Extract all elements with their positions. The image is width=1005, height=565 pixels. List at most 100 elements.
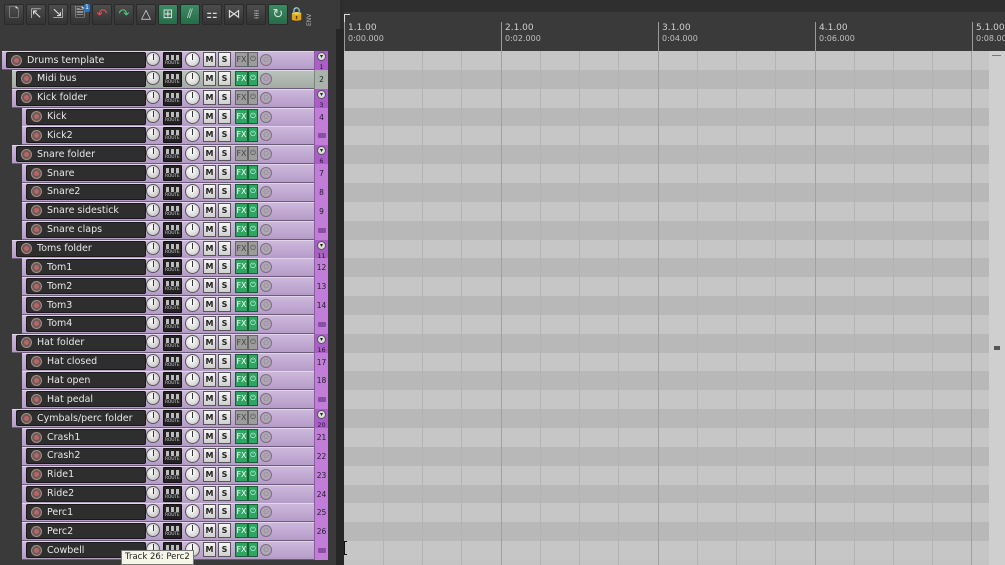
solo-button[interactable]: S [218,391,231,407]
record-arm-button[interactable] [31,450,42,462]
track-row[interactable]: Ride2 ROUTE M S FX ⏻ ◌ 24 [0,484,328,504]
fx-bypass-icon[interactable]: ⏻ [248,372,258,388]
folder-collapse-icon[interactable]: ▾ [317,410,326,420]
fx-bypass-icon[interactable]: ⏻ [248,504,258,520]
volume-knob[interactable] [146,297,160,312]
route-button[interactable]: ROUTE [163,202,182,219]
fx-button[interactable]: FX [235,221,248,237]
route-button[interactable]: ROUTE [163,315,182,332]
solo-button[interactable]: S [218,523,231,539]
new-project-button[interactable]: 🗋 [4,4,24,25]
pan-knob[interactable] [185,108,200,124]
fx-bypass-icon[interactable]: ⏻ [248,466,258,482]
track-name-field[interactable]: Kick folder [16,89,146,106]
track-number[interactable]: 9 [314,201,328,221]
route-button[interactable]: ROUTE [163,165,182,182]
envelope-icon[interactable]: ◌ [260,72,272,85]
folder-end-icon[interactable] [318,321,326,327]
envelope-icon[interactable]: ◌ [260,91,272,104]
track-name-field[interactable]: Tom4 [26,315,146,332]
redo-button[interactable]: ↷ [114,4,134,25]
record-arm-button[interactable] [31,205,42,217]
track-number[interactable]: 23 [314,465,328,485]
track-number[interactable]: 24 [314,484,328,504]
volume-knob[interactable] [146,353,160,368]
metronome-button[interactable]: △ [136,4,156,25]
envelope-icon[interactable]: ◌ [260,242,272,255]
solo-button[interactable]: S [218,297,231,313]
volume-knob[interactable] [146,466,160,481]
fx-bypass-icon[interactable]: ⏻ [248,183,258,199]
track-number[interactable]: 12 [314,258,328,278]
mute-button[interactable]: M [203,108,216,124]
fx-bypass-icon[interactable]: ⏻ [248,259,258,275]
envelope-icon[interactable]: ◌ [260,449,272,462]
track-number[interactable]: 2 [314,69,328,89]
envelope-icon[interactable]: ◌ [260,54,272,66]
record-arm-button[interactable] [31,186,42,198]
track-number[interactable]: ▾ 6 [314,145,328,165]
mute-button[interactable]: M [203,429,216,444]
track-number[interactable]: 18 [314,371,328,391]
track-number[interactable] [314,541,328,561]
fx-button[interactable]: FX [235,52,248,67]
fx-bypass-icon[interactable]: ⏻ [248,485,258,501]
volume-knob[interactable] [146,89,160,104]
track-number[interactable]: ▾ 11 [314,239,328,260]
track-number[interactable]: ▾ 16 [314,333,328,354]
track-name-field[interactable]: Crash2 [26,447,146,464]
solo-button[interactable]: S [218,466,231,482]
pan-knob[interactable] [185,240,200,256]
fx-button[interactable]: FX [235,353,248,369]
envelope-icon[interactable]: ◌ [260,431,272,443]
track-number[interactable]: 14 [314,296,328,316]
project-settings-button[interactable]: 🗎 1 [70,4,90,25]
volume-knob[interactable] [146,52,160,66]
route-button[interactable]: ROUTE [163,108,182,125]
folder-collapse-icon[interactable]: ▾ [317,240,326,250]
fx-button[interactable]: FX [235,410,248,426]
route-button[interactable]: ROUTE [163,278,182,295]
track-row[interactable]: Tom3 ROUTE M S FX ⏻ ◌ 14 [0,296,328,316]
track-number[interactable]: 17 [314,352,328,372]
track-number[interactable]: ▾ 20 [314,409,328,429]
ruler-marker[interactable]: 4.1.00 0:06.000 [815,22,855,51]
track-row[interactable]: Crash1 ROUTE M S FX ⏻ ◌ 21 [0,428,328,447]
ruler-marker[interactable]: 2.1.00 0:02.000 [501,22,541,51]
pan-knob[interactable] [185,429,200,444]
fx-button[interactable]: FX [235,297,248,313]
envelope-icon[interactable]: ◌ [260,317,272,330]
solo-button[interactable]: S [218,202,231,218]
envelope-icon[interactable]: ◌ [260,299,272,312]
fx-bypass-icon[interactable]: ⏻ [248,240,258,256]
solo-button[interactable]: S [218,108,231,124]
envelope-icon[interactable]: ◌ [260,336,272,349]
scroll-thumb[interactable] [992,55,1001,64]
track-name-field[interactable]: Ride2 [26,485,146,502]
mute-button[interactable]: M [203,240,216,256]
solo-button[interactable]: S [218,542,231,558]
folder-end-icon[interactable] [318,133,326,139]
solo-button[interactable]: S [218,240,231,256]
fx-button[interactable]: FX [235,183,248,199]
solo-button[interactable]: S [218,504,231,520]
fx-bypass-icon[interactable]: ⏻ [248,523,258,539]
folder-collapse-icon[interactable]: ▾ [317,52,326,61]
mute-button[interactable]: M [203,353,216,369]
route-button[interactable]: ROUTE [163,52,182,68]
record-arm-button[interactable] [21,148,32,160]
mute-button[interactable]: M [203,447,216,463]
track-number[interactable] [314,220,328,240]
track-row[interactable]: Snare2 ROUTE M S FX ⏻ ◌ 8 [0,182,328,202]
track-row[interactable]: Kick2 ROUTE M S FX ⏻ ◌ [0,126,328,146]
record-arm-button[interactable] [31,488,42,500]
record-arm-button[interactable] [31,261,42,273]
mute-button[interactable]: M [203,278,216,294]
track-number[interactable]: 26 [314,522,328,542]
mute-button[interactable]: M [203,52,216,67]
track-row[interactable]: Midi bus ROUTE M S FX ⏻ ◌ 2 [0,69,328,89]
mute-button[interactable]: M [203,334,216,350]
mute-button[interactable]: M [203,485,216,501]
volume-knob[interactable] [146,108,160,123]
fx-bypass-icon[interactable]: ⏻ [248,70,258,86]
